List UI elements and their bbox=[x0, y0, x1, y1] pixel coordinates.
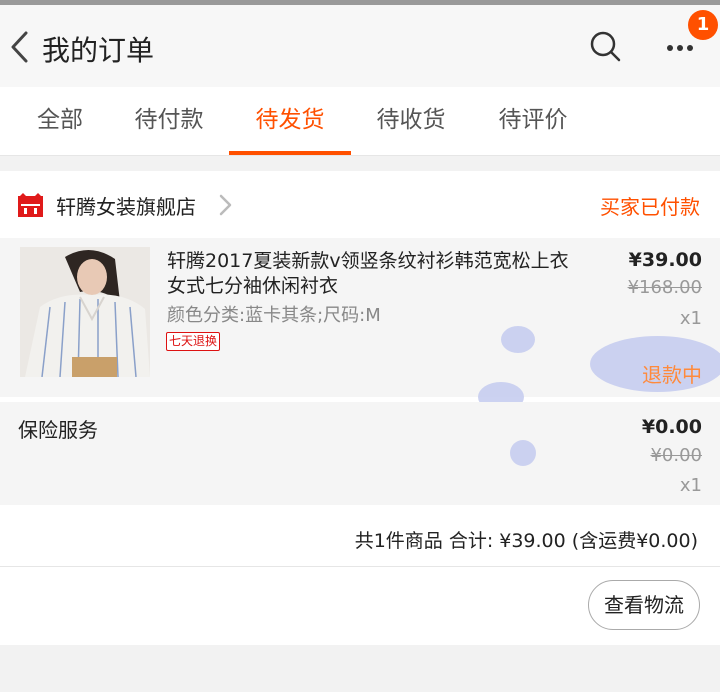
refund-status-link[interactable]: 退款中 bbox=[642, 359, 702, 388]
order-status: 买家已付款 bbox=[600, 195, 700, 219]
decorative-blob bbox=[510, 440, 536, 466]
product-image[interactable] bbox=[20, 247, 150, 377]
insurance-original-price: ¥0.00 bbox=[650, 445, 702, 466]
tab-pending-shipment[interactable]: 待发货 bbox=[239, 87, 341, 153]
tab-pending-receipt[interactable]: 待收货 bbox=[360, 87, 462, 153]
order-item[interactable]: 轩腾2017夏装新款v领竖条纹衬衫韩范宽松上衣女式七分袖休闲衬衣 颜色分类:蓝卡… bbox=[0, 238, 720, 397]
header-bar: 我的订单 bbox=[0, 5, 720, 87]
insurance-price: ¥0.00 bbox=[641, 416, 702, 438]
tab-pending-review[interactable]: 待评价 bbox=[482, 87, 584, 153]
shop-name[interactable]: 轩腾女装旗舰店 bbox=[56, 191, 196, 220]
tmall-icon bbox=[18, 193, 43, 217]
insurance-row: 保险服务 ¥0.00 ¥0.00 x1 bbox=[0, 402, 720, 505]
item-original-price: ¥168.00 bbox=[627, 277, 702, 298]
item-price: ¥39.00 bbox=[628, 249, 702, 271]
order-card: 轩腾女装旗舰店 买家已付款 轩腾2017夏装新款v领竖条纹衬衫韩范宽松上衣女式七… bbox=[0, 171, 720, 645]
return-policy-tag: 七天退换 bbox=[166, 332, 221, 351]
chevron-right-icon[interactable] bbox=[216, 193, 234, 217]
decorative-blob bbox=[501, 326, 535, 353]
shop-row[interactable]: 轩腾女装旗舰店 买家已付款 bbox=[0, 171, 720, 237]
order-tabs: 全部 待付款 待发货 待收货 待评价 bbox=[0, 87, 720, 156]
page-title: 我的订单 bbox=[42, 34, 155, 67]
order-summary: 共1件商品 合计: ¥39.00 (含运费¥0.00) bbox=[0, 506, 720, 567]
item-quantity: x1 bbox=[679, 308, 702, 329]
insurance-quantity: x1 bbox=[679, 475, 702, 496]
page-bottom bbox=[0, 645, 720, 692]
view-logistics-button[interactable]: 查看物流 bbox=[588, 580, 700, 630]
order-total-text: 共1件商品 合计: ¥39.00 (含运费¥0.00) bbox=[354, 530, 698, 552]
search-icon[interactable] bbox=[588, 29, 622, 63]
product-spec: 颜色分类:蓝卡其条;尺码:M bbox=[167, 305, 381, 326]
active-tab-indicator bbox=[229, 151, 351, 155]
tab-pending-payment[interactable]: 待付款 bbox=[118, 87, 220, 153]
insurance-label: 保险服务 bbox=[18, 418, 98, 442]
tab-all[interactable]: 全部 bbox=[20, 87, 100, 153]
product-title[interactable]: 轩腾2017夏装新款v领竖条纹衬衫韩范宽松上衣女式七分袖休闲衬衣 bbox=[167, 249, 582, 299]
notification-badge: 1 bbox=[688, 10, 718, 40]
chevron-left-icon[interactable] bbox=[6, 27, 32, 67]
